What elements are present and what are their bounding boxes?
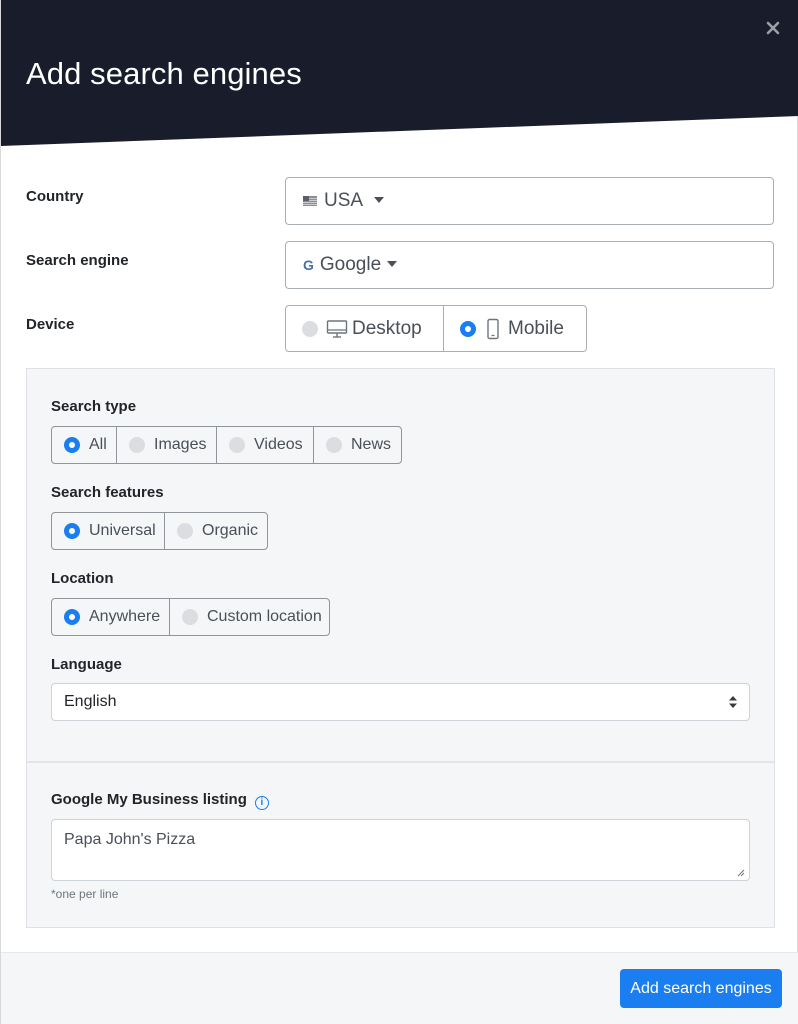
resize-handle-icon[interactable] [737,869,745,877]
device-option-label: Mobile [508,317,564,339]
device-option-desktop[interactable]: Desktop [285,305,444,352]
modal-title: Add search engines [26,56,302,91]
chevron-down-icon [387,261,398,267]
option-label: All [89,436,107,453]
search-type-news[interactable]: News [313,426,402,464]
search-engine-label: Search engine [26,252,129,269]
search-features-universal[interactable]: Universal [51,512,165,550]
device-label: Device [26,316,75,333]
country-value: USA [324,190,364,211]
gmb-listing-textarea[interactable]: Papa John's Pizza [51,819,750,881]
language-value: English [64,693,117,710]
language-select[interactable]: English [51,683,750,721]
option-label: Images [154,436,207,453]
device-option-label: Desktop [352,317,422,339]
select-arrows-icon [729,696,737,708]
gmb-listing-value: Papa John's Pizza [64,831,196,848]
option-label: Videos [254,436,303,453]
location-group: Anywhere Custom location [51,598,330,636]
option-label: Universal [89,522,156,539]
option-label: Organic [202,522,259,539]
radio-mobile [460,320,476,337]
radio-anywhere [64,609,80,625]
radio-desktop [302,320,318,337]
search-type-group: All Images Videos News [51,426,402,464]
search-features-label: Search features [51,484,164,501]
radio-all [64,437,80,453]
radio-universal [64,523,80,539]
search-type-label: Search type [51,398,137,415]
gmb-hint: *one per line [51,887,119,901]
search-engine-value: Google [319,254,382,275]
search-type-images[interactable]: Images [116,426,217,464]
info-icon[interactable]: i [254,796,269,810]
gmb-label-text: Google My Business listing [51,791,247,808]
location-custom[interactable]: Custom location [169,598,330,636]
modal-header: Add search engines [1,0,798,150]
language-label: Language [51,656,122,673]
location-label: Location [51,570,114,587]
search-features-organic[interactable]: Organic [164,512,268,550]
close-icon[interactable] [765,20,781,36]
modal-footer: Add search engines [1,952,798,1024]
add-search-engines-button[interactable]: Add search engines [620,969,782,1008]
search-features-group: Universal Organic [51,512,268,550]
add-search-engines-modal: Add search engines Country USA Search en… [0,0,798,1024]
device-toggle-group: Desktop Mobile [285,305,587,352]
radio-videos [229,437,245,453]
search-type-all[interactable]: All [51,426,117,464]
option-label: Anywhere [89,608,161,625]
radio-organic [177,523,193,539]
panel-divider [27,761,774,763]
radio-images [129,437,145,453]
us-flag-icon [303,196,317,206]
country-label: Country [26,188,84,205]
search-options-panel: Search type All Images Videos News Searc… [26,368,775,928]
radio-news [326,437,342,453]
search-engine-dropdown[interactable]: G Google [285,241,774,289]
location-anywhere[interactable]: Anywhere [51,598,170,636]
country-dropdown[interactable]: USA [285,177,774,225]
device-option-mobile[interactable]: Mobile [444,305,587,352]
gmb-label: Google My Business listing i [51,791,269,810]
desktop-icon [326,319,348,338]
mobile-icon [487,318,499,339]
search-type-videos[interactable]: Videos [216,426,314,464]
radio-custom-location [182,609,198,625]
chevron-down-icon [374,197,385,203]
option-label: News [351,436,392,453]
google-logo-icon: G [303,257,314,273]
option-label: Custom location [207,608,322,625]
